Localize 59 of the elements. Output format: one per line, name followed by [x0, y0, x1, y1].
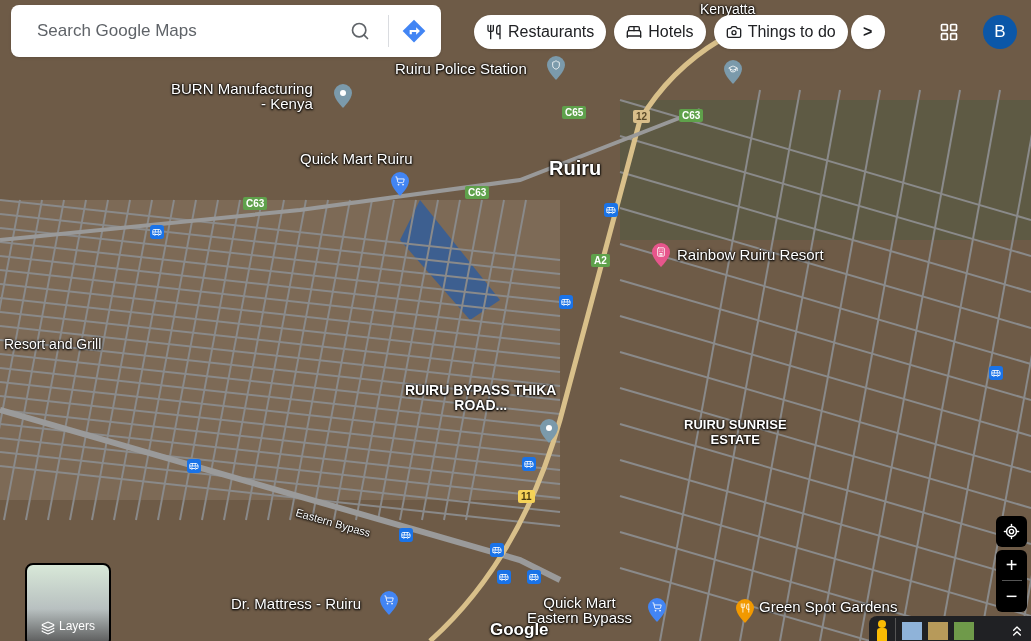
imagery-thumbnail[interactable]	[928, 622, 948, 640]
imagery-thumbnail[interactable]	[954, 622, 974, 640]
search-input[interactable]: Search Google Maps	[37, 18, 340, 44]
road-shield: C63	[679, 109, 704, 122]
map-pin-icon[interactable]	[540, 419, 558, 443]
bus-stop-icon[interactable]	[559, 295, 573, 309]
fork-knife-icon	[486, 24, 502, 40]
bed-icon	[626, 24, 643, 40]
map-pin-icon[interactable]	[547, 56, 565, 80]
place-label: Ruiru	[549, 161, 602, 176]
bus-stop-icon[interactable]	[150, 225, 164, 239]
map-pin-icon[interactable]	[652, 243, 670, 267]
road-label: Eastern Bypass	[293, 505, 373, 541]
map-pin-icon[interactable]	[391, 172, 409, 196]
road-shield: C63	[465, 186, 490, 199]
place-label[interactable]: Ruiru Police Station	[395, 61, 527, 76]
bus-stop-icon[interactable]	[187, 459, 201, 473]
bus-stop-icon[interactable]	[399, 528, 413, 542]
bus-stop-icon[interactable]	[989, 366, 1003, 380]
layers-icon	[41, 621, 55, 635]
pegman-icon[interactable]	[875, 619, 889, 641]
place-label[interactable]: Green Spot Gardens	[759, 599, 898, 614]
place-label[interactable]: BURN Manufacturing - Kenya	[171, 81, 313, 111]
place-label: Resort and Grill	[4, 337, 102, 352]
place-label[interactable]: Dr. Mattress - Ruiru	[231, 596, 362, 611]
category-chip[interactable]: Things to do	[713, 15, 848, 49]
camera-icon	[725, 24, 742, 40]
place-label: RUIRU SUNRISE ESTATE	[684, 417, 787, 447]
map-pin-icon[interactable]	[736, 599, 754, 623]
road-shield: 12	[633, 110, 651, 123]
imagery-thumbnail[interactable]	[902, 622, 922, 640]
layers-button[interactable]: Layers	[25, 563, 111, 641]
apps-icon[interactable]	[939, 22, 959, 42]
map-pin-icon[interactable]	[380, 591, 398, 615]
road-shield: C65	[562, 106, 587, 119]
place-label: Kenyatta	[700, 2, 756, 17]
road-shield: 11	[518, 490, 535, 503]
place-label[interactable]: Rainbow Ruiru Resort	[677, 247, 824, 262]
category-chip[interactable]: Hotels	[614, 15, 706, 49]
map-pin-icon[interactable]	[648, 598, 666, 622]
place-label[interactable]: RUIRU BYPASS THIKA ROAD...	[405, 383, 557, 413]
search-icon[interactable]	[350, 21, 370, 41]
directions-icon[interactable]	[401, 18, 427, 44]
category-chip[interactable]: Restaurants	[474, 15, 607, 49]
search-bar[interactable]: Search Google Maps	[11, 5, 441, 57]
zoom-out-button[interactable]: −	[996, 581, 1027, 611]
bus-stop-icon[interactable]	[527, 570, 541, 584]
road-shield: C63	[243, 197, 268, 210]
bus-stop-icon[interactable]	[497, 570, 511, 584]
zoom-in-button[interactable]: +	[996, 550, 1027, 580]
bus-stop-icon[interactable]	[604, 203, 618, 217]
bus-stop-icon[interactable]	[490, 543, 504, 557]
road-shield: A2	[591, 254, 610, 267]
bus-stop-icon[interactable]	[522, 457, 536, 471]
location-icon	[1003, 523, 1020, 540]
my-location-button[interactable]	[996, 516, 1027, 547]
place-label[interactable]: Quick Mart Ruiru	[300, 151, 413, 166]
map-pin-icon[interactable]	[724, 60, 742, 84]
map-pin-icon[interactable]	[334, 84, 352, 108]
